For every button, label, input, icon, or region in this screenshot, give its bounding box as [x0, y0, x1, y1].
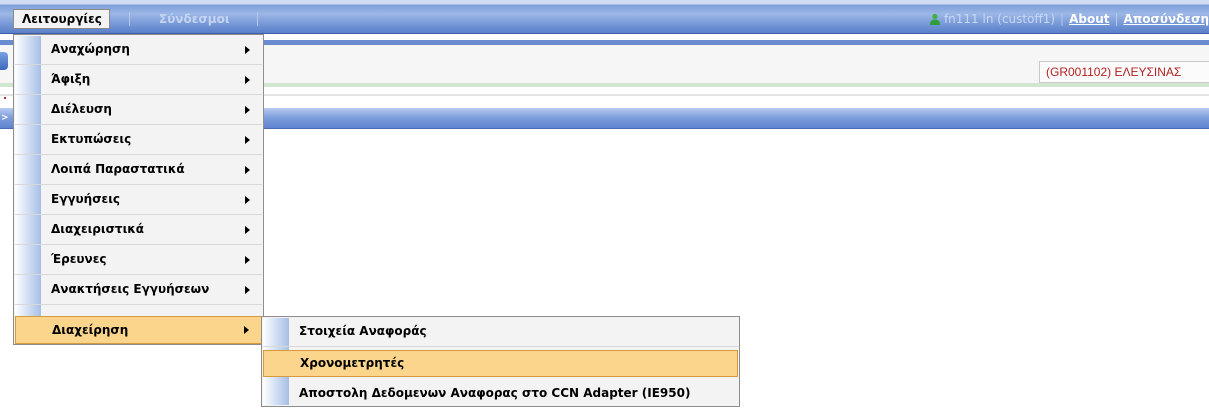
app-logo-icon [0, 52, 8, 70]
menubar-separator [129, 12, 130, 26]
menubar-separator: | [1114, 12, 1119, 26]
menu-item-label: Αναχώρηση [51, 42, 130, 56]
chevron-right-icon [245, 226, 250, 234]
submenu-item-reference-data[interactable]: Στοιχεία Αναφοράς [263, 317, 738, 347]
expand-arrow-icon[interactable]: > [1, 113, 9, 123]
menu-item-label: Διαχείρηση [52, 323, 129, 337]
chevron-right-icon [245, 106, 250, 114]
menu-item-label: Λοιπά Παραστατικά [51, 162, 185, 176]
logout-link[interactable]: Αποσύνδεση [1124, 12, 1209, 26]
menu-item-transit[interactable]: Διέλευση [15, 95, 262, 125]
menu-item-label: Εκτυπώσεις [51, 132, 132, 146]
menu-links[interactable]: Σύνδεσμοι [159, 9, 230, 29]
chevron-right-icon [245, 196, 250, 204]
menu-item-other-documents[interactable]: Λοιπά Παραστατικά [15, 155, 262, 185]
menu-item-label: Εγγυήσεις [51, 192, 121, 206]
management-submenu: Στοιχεία Αναφοράς Χρονομετρητές Αποστολη… [261, 316, 740, 407]
chevron-right-icon [245, 166, 250, 174]
menu-item-inquiries[interactable]: Έρευνες [15, 245, 262, 275]
operations-dropdown: Αναχώρηση Άφιξη Διέλευση Εκτυπώσεις Λοιπ… [13, 34, 264, 345]
menu-item-prints[interactable]: Εκτυπώσεις [15, 125, 262, 155]
menu-item-label: Στοιχεία Αναφοράς [299, 324, 427, 338]
menu-item-label: Διέλευση [51, 102, 112, 116]
chevron-right-icon [245, 46, 250, 54]
menu-item-departure[interactable]: Αναχώρηση [15, 35, 262, 65]
chevron-right-icon [245, 136, 250, 144]
customs-office-label: (GR001102) ΕΛΕΥΣΙΝΑΣ [1039, 61, 1209, 83]
submenu-item-ccn-adapter[interactable]: Αποστολη Δεδομενων Αναφορας στο CCN Adap… [263, 379, 738, 409]
menu-item-administrative[interactable]: Διαχειριστικά [15, 215, 262, 245]
indicator-dot [4, 97, 6, 99]
user-area: fn111 ln (custoff1) | About | Αποσύνδεση [929, 9, 1209, 29]
menu-item-label: Χρονομετρητές [300, 356, 405, 370]
menu-item-label: Διαχειριστικά [51, 222, 145, 236]
menu-item-guarantee-recoveries[interactable]: Ανακτήσεις Εγγυήσεων [15, 275, 262, 305]
about-link[interactable]: About [1069, 12, 1109, 26]
menu-item-arrival[interactable]: Άφιξη [15, 65, 262, 95]
menubar-separator [257, 12, 258, 26]
chevron-right-icon [244, 326, 249, 334]
menu-item-guarantees[interactable]: Εγγυήσεις [15, 185, 262, 215]
menu-item-label: Ανακτήσεις Εγγυήσεων [51, 282, 210, 296]
menu-item-label: Έρευνες [51, 252, 107, 266]
submenu-item-timers[interactable]: Χρονομετρητές [263, 350, 738, 377]
menubar-separator: | [1060, 12, 1065, 26]
menu-item-management[interactable]: Διαχείρηση [15, 316, 262, 344]
chevron-right-icon [245, 256, 250, 264]
menu-item-label: Άφιξη [51, 72, 91, 86]
chevron-right-icon [245, 76, 250, 84]
menu-operations[interactable]: Λειτουργίες [13, 9, 110, 29]
top-menubar: Λειτουργίες Σύνδεσμοι fn111 ln (custoff1… [0, 0, 1209, 34]
user-name: fn111 ln (custoff1) [943, 12, 1056, 26]
chevron-right-icon [245, 286, 250, 294]
user-icon [929, 13, 940, 25]
menu-item-label: Αποστολη Δεδομενων Αναφορας στο CCN Adap… [299, 386, 691, 400]
